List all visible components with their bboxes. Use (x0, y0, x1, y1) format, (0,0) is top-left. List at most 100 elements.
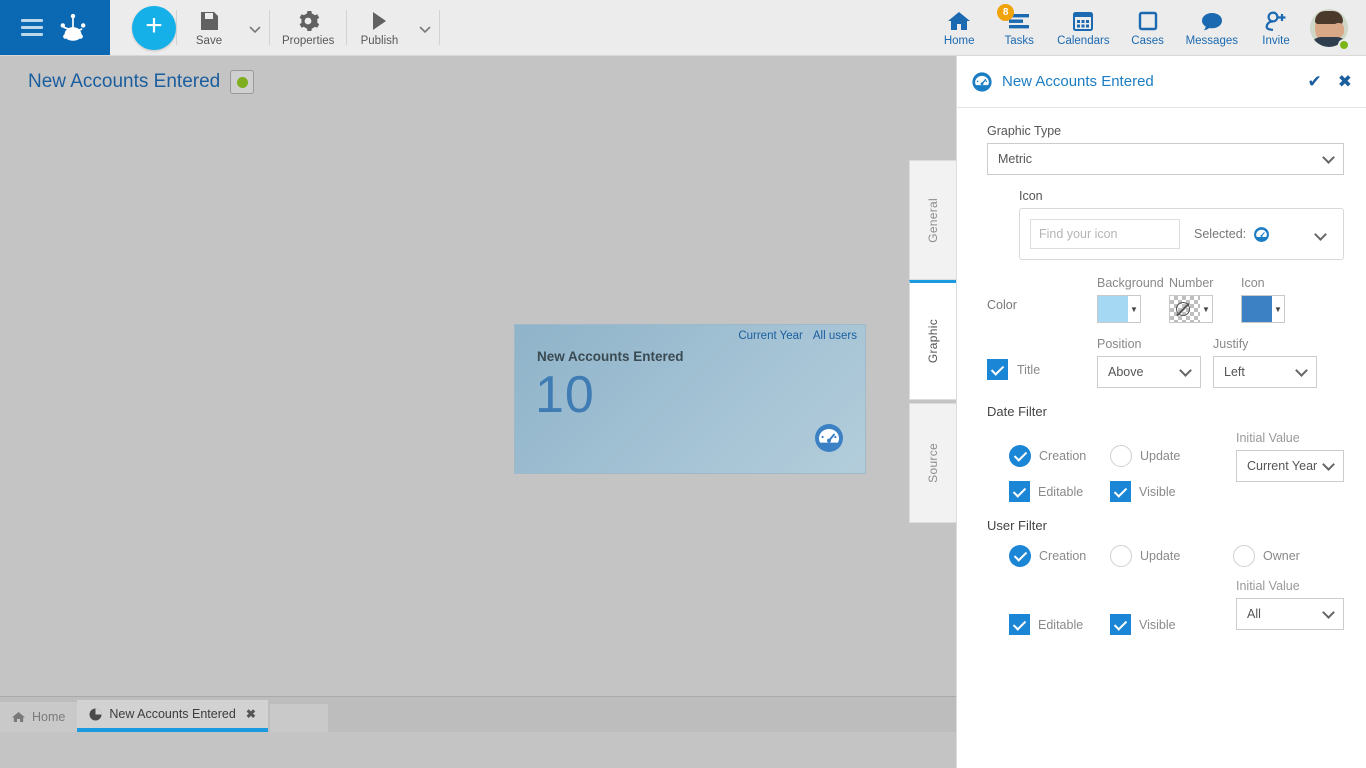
user-initial-value-select[interactable]: All (1236, 598, 1344, 630)
title-settings-row: Title Position Above Justify Left (987, 337, 1344, 388)
date-visible-checkbox[interactable] (1110, 481, 1131, 502)
frog-foot-logo[interactable] (56, 11, 90, 45)
left-toolbar-group: + Save Properties Publish (116, 0, 441, 55)
nav-messages[interactable]: Messages (1178, 0, 1246, 55)
save-icon (201, 11, 218, 30)
user-creation-option[interactable]: Creation (987, 545, 1110, 567)
tab-source-label: Source (926, 443, 940, 483)
right-toolbar-group: Home 8 Tasks Calendars Cases Messages In… (929, 0, 1366, 55)
toolbar-divider (439, 10, 441, 45)
widget-value: 10 (535, 366, 595, 424)
color-row: Color Background ▼ Number ▼ Icon ▼ (987, 276, 1344, 323)
play-icon (373, 11, 387, 30)
icon-picker: Selected: (1019, 208, 1344, 260)
user-owner-radio[interactable] (1233, 545, 1255, 567)
publish-dropdown-caret[interactable] (411, 0, 439, 55)
date-editable-checkbox[interactable] (1009, 481, 1030, 502)
date-editable-option[interactable]: Editable (987, 481, 1110, 502)
pie-icon (89, 708, 102, 720)
properties-label: Properties (282, 34, 335, 47)
number-color-swatch[interactable]: ▼ (1169, 295, 1213, 323)
title-checkbox[interactable] (987, 359, 1008, 380)
avatar-hair (1315, 10, 1343, 24)
user-editable-checkbox[interactable] (1009, 614, 1030, 635)
icon-color-chip (1242, 296, 1272, 322)
date-visible-option[interactable]: Visible (1110, 481, 1233, 502)
widget-date-filter[interactable]: Current Year (738, 330, 803, 342)
icon-search-input[interactable] (1030, 219, 1180, 249)
presence-status-dot (1338, 39, 1350, 51)
date-visible-label: Visible (1139, 484, 1176, 499)
nav-invite-label: Invite (1262, 34, 1290, 47)
nav-cases-label: Cases (1131, 34, 1164, 47)
background-color-swatch[interactable]: ▼ (1097, 295, 1141, 323)
square-icon (1138, 11, 1157, 30)
taskbar-tab-dashboard[interactable]: New Accounts Entered ✖ (77, 700, 268, 732)
user-creation-label: Creation (1039, 549, 1087, 563)
tab-general[interactable]: General (909, 160, 956, 280)
tab-graphic[interactable]: Graphic (909, 280, 956, 400)
close-icon[interactable]: ✖ (1338, 73, 1352, 90)
title-checkbox-group: Title (987, 359, 1085, 388)
user-filter-radio-line: Creation Update Owner (987, 545, 1344, 567)
nav-tasks-label: Tasks (1004, 34, 1034, 47)
app-root: + Save Properties Publish Home 8 Tasks C… (0, 0, 1366, 768)
speech-bubble-icon (1201, 12, 1222, 30)
widget-title: New Accounts Entered (537, 349, 684, 364)
no-color-icon (1176, 302, 1190, 316)
gear-icon (299, 10, 320, 31)
user-creation-radio[interactable] (1009, 545, 1031, 567)
tab-source[interactable]: Source (909, 403, 956, 523)
nav-calendars[interactable]: Calendars (1049, 0, 1117, 55)
nav-home[interactable]: Home (929, 0, 989, 55)
widget-user-filter[interactable]: All users (813, 330, 857, 342)
user-initial-value-group: Initial Value All (1236, 579, 1344, 630)
home-icon (948, 11, 971, 30)
taskbar-tab-close-icon[interactable]: ✖ (246, 707, 256, 721)
nav-invite[interactable]: Invite (1246, 0, 1306, 55)
status-badge[interactable] (230, 70, 255, 94)
date-update-option[interactable]: Update (1110, 445, 1233, 467)
date-initial-value-select[interactable]: Current Year (1236, 450, 1344, 482)
widget-filters: Current Year All users (738, 330, 857, 342)
date-creation-option[interactable]: Creation (987, 445, 1110, 467)
nav-tasks[interactable]: 8 Tasks (989, 0, 1049, 55)
icon-section-label: Icon (1019, 189, 1043, 203)
calendar-icon (1073, 11, 1094, 31)
user-update-radio[interactable] (1110, 545, 1132, 567)
publish-label: Publish (360, 34, 399, 47)
user-update-option[interactable]: Update (1110, 545, 1233, 567)
date-creation-radio[interactable] (1009, 445, 1031, 467)
icon-picker-caret[interactable] (1314, 227, 1327, 241)
user-editable-label: Editable (1038, 617, 1084, 632)
panel-body: Graphic Type Metric Icon Selected: (957, 108, 1366, 635)
properties-button[interactable]: Properties (270, 0, 346, 55)
user-visible-checkbox[interactable] (1110, 614, 1131, 635)
publish-button[interactable]: Publish (347, 0, 411, 55)
caret-down-icon: ▼ (1130, 304, 1138, 314)
date-editable-label: Editable (1038, 484, 1084, 499)
avatar-area[interactable] (1306, 0, 1358, 55)
user-owner-option[interactable]: Owner (1233, 545, 1343, 567)
icon-color-swatch[interactable]: ▼ (1241, 295, 1285, 323)
taskbar-tab-home[interactable]: Home (0, 702, 78, 732)
nav-home-label: Home (943, 34, 975, 47)
justify-select[interactable]: Left (1213, 356, 1317, 388)
confirm-icon[interactable]: ✔ (1308, 73, 1322, 90)
color-row-label: Color (987, 298, 1017, 312)
user-visible-option[interactable]: Visible (1110, 614, 1233, 635)
metric-widget[interactable]: Current Year All users New Accounts Ente… (514, 324, 866, 474)
save-dropdown-caret[interactable] (241, 0, 269, 55)
user-editable-option[interactable]: Editable (987, 614, 1110, 635)
date-filter-checkbox-line: Editable Visible (987, 481, 1344, 502)
nav-messages-label: Messages (1185, 34, 1238, 47)
add-button[interactable]: + (132, 6, 176, 50)
graphic-type-select[interactable]: Metric (987, 143, 1344, 175)
position-select[interactable]: Above (1097, 356, 1201, 388)
tab-general-label: General (926, 197, 940, 243)
hamburger-icon[interactable] (20, 19, 43, 36)
nav-cases[interactable]: Cases (1118, 0, 1178, 55)
save-button[interactable]: Save (177, 0, 241, 55)
justify-group: Justify Left (1213, 337, 1317, 388)
date-update-radio[interactable] (1110, 445, 1132, 467)
